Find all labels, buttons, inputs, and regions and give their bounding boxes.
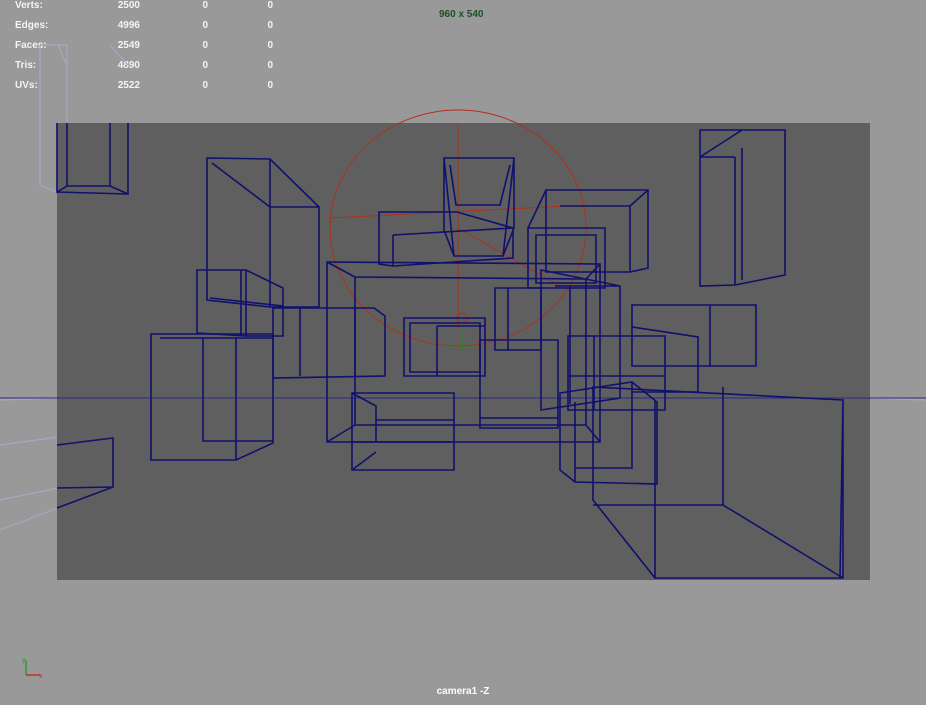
viewport-canvas[interactable]	[0, 0, 926, 705]
svg-text:x: x	[39, 673, 43, 680]
camera-label: camera1 -Z	[436, 686, 490, 697]
resolution-gate	[57, 123, 870, 580]
view-axis-gizmo-icon: y x	[18, 655, 48, 681]
resolution-gate-label: 960 x 540	[439, 9, 484, 20]
svg-text:y: y	[22, 657, 26, 664]
